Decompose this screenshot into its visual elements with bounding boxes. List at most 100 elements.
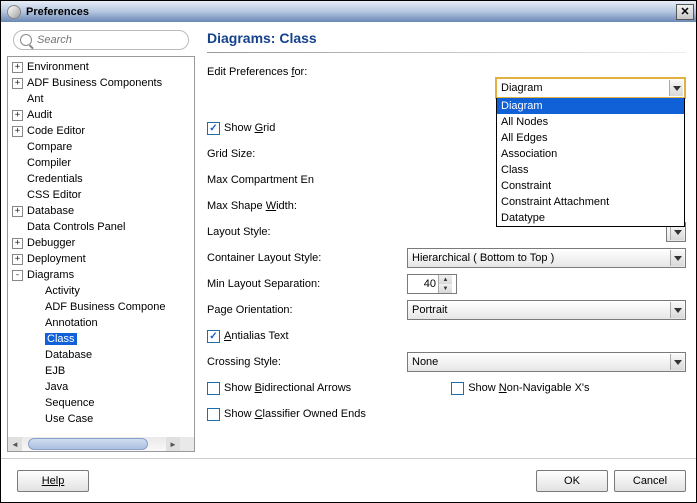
- show-bidi-checkbox[interactable]: ✓: [207, 382, 220, 395]
- spin-down-icon[interactable]: ▼: [439, 284, 452, 293]
- tree-item-sequence[interactable]: Sequence: [8, 395, 194, 411]
- expand-icon[interactable]: +: [12, 110, 23, 121]
- dropdown-option-datatype[interactable]: Datatype: [497, 210, 684, 226]
- tree-item-label: Diagrams: [27, 269, 74, 281]
- show-grid-label: Show Grid: [224, 122, 275, 134]
- tree-item-debugger[interactable]: + Debugger: [8, 235, 194, 251]
- tree-hscroll[interactable]: ◄ ►: [8, 437, 180, 451]
- tree-item-css-editor[interactable]: CSS Editor: [8, 187, 194, 203]
- spin-up-icon[interactable]: ▲: [439, 275, 452, 284]
- tree-item-label: Credentials: [27, 173, 83, 185]
- dropdown-option-class[interactable]: Class: [497, 162, 684, 178]
- tree-spacer: [12, 222, 23, 233]
- expand-icon[interactable]: +: [12, 78, 23, 89]
- tree-item-deployment[interactable]: +Deployment: [8, 251, 194, 267]
- close-button[interactable]: ✕: [676, 4, 694, 20]
- tree-item-ant[interactable]: Ant: [8, 91, 194, 107]
- grid-size-label: Grid Size:: [207, 148, 347, 160]
- expand-icon[interactable]: +: [12, 238, 23, 249]
- window-title: Preferences: [26, 6, 676, 18]
- search-input[interactable]: [37, 34, 182, 46]
- chevron-down-icon[interactable]: [670, 302, 684, 318]
- search-icon: [20, 34, 32, 46]
- tree-item-credentials[interactable]: Credentials: [8, 171, 194, 187]
- chevron-down-icon[interactable]: [670, 354, 684, 370]
- tree-item-data-controls-panel[interactable]: Data Controls Panel: [8, 219, 194, 235]
- tree-item-environment[interactable]: + Environment: [8, 59, 194, 75]
- tree-spacer: [30, 286, 41, 297]
- dropdown-option-constraint-attachment[interactable]: Constraint Attachment: [497, 194, 684, 210]
- chevron-down-icon[interactable]: [669, 80, 683, 96]
- tree-spacer: [30, 414, 41, 425]
- tree-item-java[interactable]: Java: [8, 379, 194, 395]
- container-layout-row: Container Layout Style: Hierarchical ( B…: [207, 247, 686, 269]
- scroll-right-icon[interactable]: ►: [166, 437, 180, 451]
- container-layout-combo[interactable]: Hierarchical ( Bottom to Top ): [407, 248, 686, 268]
- tree-item-label: Environment: [27, 61, 89, 73]
- page-orient-label: Page Orientation:: [207, 304, 407, 316]
- tree-item-annotation[interactable]: Annotation: [8, 315, 194, 331]
- tree-item-diagrams[interactable]: -Diagrams: [8, 267, 194, 283]
- tree-spacer: [12, 174, 23, 185]
- classifier-row: ✓ Show Classifier Owned Ends: [207, 403, 686, 425]
- dropdown-option-all-edges[interactable]: All Edges: [497, 130, 684, 146]
- tree-item-compiler[interactable]: Compiler: [8, 155, 194, 171]
- chevron-down-icon[interactable]: [670, 250, 684, 266]
- crossing-combo[interactable]: None: [407, 352, 686, 372]
- tree-item-activity[interactable]: Activity: [8, 283, 194, 299]
- search-box[interactable]: [13, 30, 189, 50]
- min-layout-row: Min Layout Separation: ▲▼: [207, 273, 686, 295]
- help-button[interactable]: Help: [17, 470, 89, 492]
- expand-icon[interactable]: +: [12, 62, 23, 73]
- expand-icon[interactable]: +: [12, 126, 23, 137]
- tree-item-audit[interactable]: +Audit: [8, 107, 194, 123]
- titlebar: Preferences ✕: [1, 1, 696, 22]
- tree-item-database[interactable]: Database: [8, 347, 194, 363]
- tree-spacer: [12, 158, 23, 169]
- antialias-checkbox[interactable]: ✓: [207, 330, 220, 343]
- tree-item-database[interactable]: +Database: [8, 203, 194, 219]
- edit-prefs-label: Edit Preferences for:: [207, 66, 347, 78]
- tree-item-use-case[interactable]: Use Case: [8, 411, 194, 427]
- min-layout-input[interactable]: [408, 278, 438, 290]
- max-shape-label: Max Shape Width:: [207, 200, 347, 212]
- edit-prefs-combo[interactable]: Diagram: [496, 78, 685, 98]
- tree-spacer: [30, 334, 41, 345]
- tree-item-label: Database: [45, 349, 92, 361]
- tree-item-adf-business-components[interactable]: +ADF Business Components: [8, 75, 194, 91]
- show-classifier-checkbox[interactable]: ✓: [207, 408, 220, 421]
- app-icon: [7, 5, 21, 19]
- show-nonnav-checkbox[interactable]: ✓: [451, 382, 464, 395]
- page-orient-combo[interactable]: Portrait: [407, 300, 686, 320]
- tree-item-adf-business-compone[interactable]: ADF Business Compone: [8, 299, 194, 315]
- scroll-left-icon[interactable]: ◄: [8, 437, 22, 451]
- expand-icon[interactable]: +: [12, 206, 23, 217]
- tree-item-code-editor[interactable]: +Code Editor: [8, 123, 194, 139]
- min-layout-spinner[interactable]: ▲▼: [407, 274, 457, 294]
- tree-item-label: Annotation: [45, 317, 98, 329]
- tree-spacer: [30, 366, 41, 377]
- tree-item-label: Ant: [27, 93, 44, 105]
- tree-item-label: Debugger: [27, 237, 75, 249]
- cancel-button[interactable]: Cancel: [614, 470, 686, 492]
- dropdown-option-all-nodes[interactable]: All Nodes: [497, 114, 684, 130]
- tree-item-label: Use Case: [45, 413, 93, 425]
- ok-button[interactable]: OK: [536, 470, 608, 492]
- show-grid-checkbox[interactable]: ✓: [207, 122, 220, 135]
- collapse-icon[interactable]: -: [12, 270, 23, 281]
- tree-item-compare[interactable]: Compare: [8, 139, 194, 155]
- tree-spacer: [30, 382, 41, 393]
- tree-item-class[interactable]: Class: [8, 331, 194, 347]
- crossing-row: Crossing Style: None: [207, 351, 686, 373]
- dropdown-option-diagram[interactable]: Diagram: [497, 98, 684, 114]
- min-layout-label: Min Layout Separation:: [207, 278, 407, 290]
- tree-spacer: [30, 302, 41, 313]
- dropdown-option-association[interactable]: Association: [497, 146, 684, 162]
- edit-prefs-dropdown[interactable]: DiagramAll NodesAll EdgesAssociationClas…: [496, 98, 685, 227]
- scroll-thumb[interactable]: [28, 438, 148, 450]
- dropdown-option-constraint[interactable]: Constraint: [497, 178, 684, 194]
- preferences-tree[interactable]: + Environment +ADF Business Components Ant +…: [8, 57, 194, 437]
- expand-icon[interactable]: +: [12, 254, 23, 265]
- tree-item-ejb[interactable]: EJB: [8, 363, 194, 379]
- tree-item-label: Activity: [45, 285, 80, 297]
